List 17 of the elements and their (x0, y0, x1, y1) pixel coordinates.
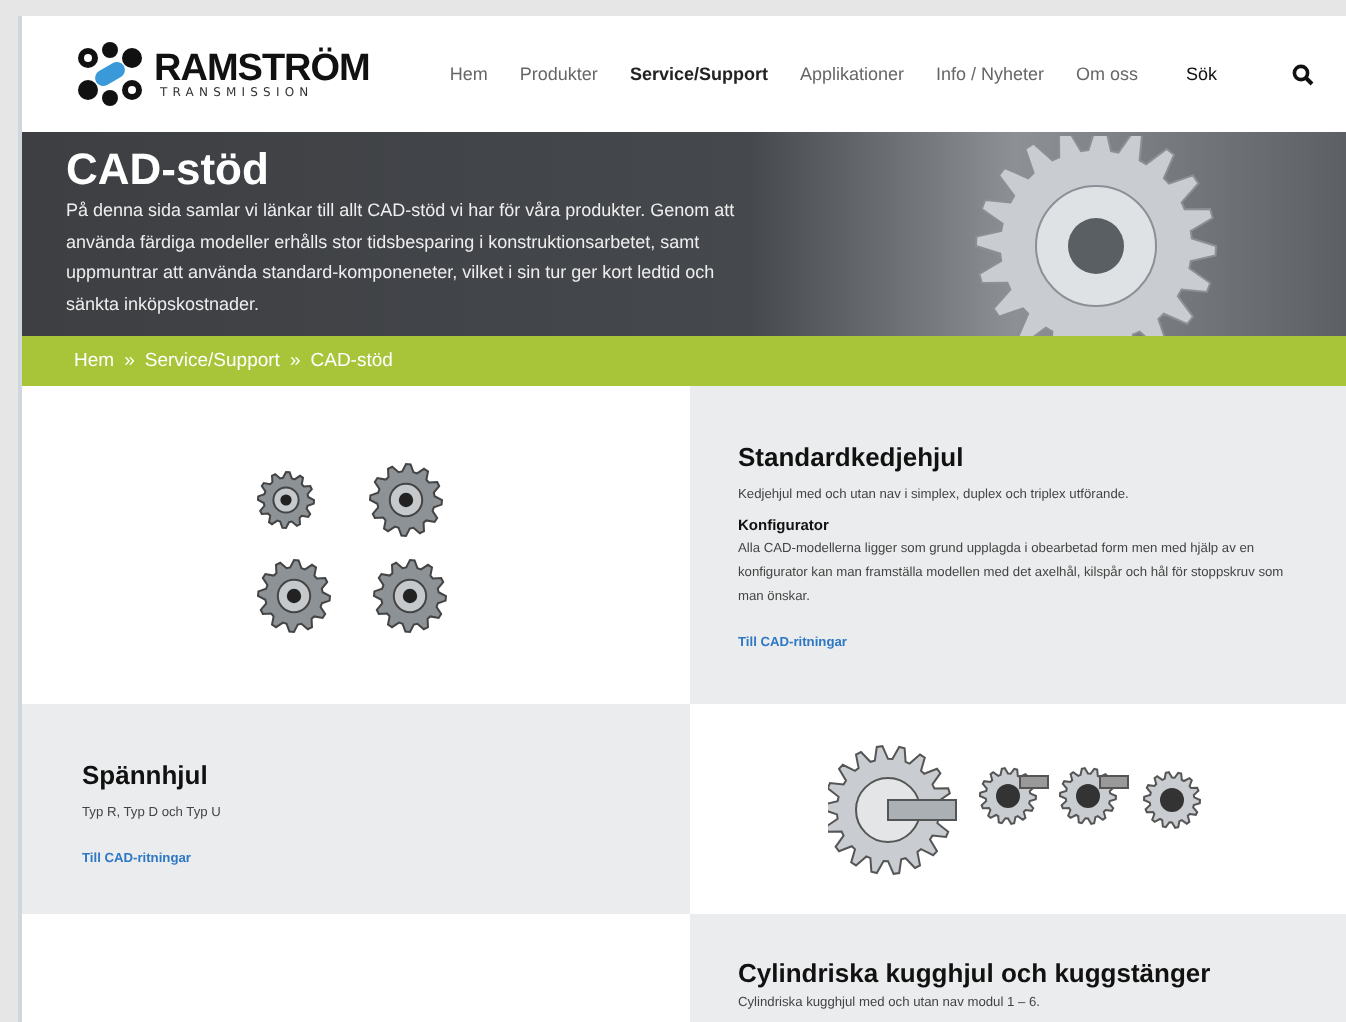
logo-name: RAMSTRÖM (154, 49, 370, 87)
nav-link[interactable]: Hem (449, 64, 488, 84)
product-title: Standardkedjehjul (738, 442, 966, 472)
nav-link[interactable]: Service/Support (629, 64, 768, 84)
page-title: CAD-stöd (66, 144, 271, 196)
logo-icon (72, 42, 148, 106)
search-link[interactable]: Sök (1186, 64, 1218, 84)
nav-link[interactable]: Produkter (519, 64, 598, 84)
breadcrumb-separator: » (124, 350, 135, 372)
hero-text: På denna sida samlar vi länkar till allt CAD-stöd vi har för våra produkter. Genom att använda färdiga modeller erhålls stor tidsbesparing i konstruktionsarbetet, samt uppmuntrar att använda standard-komponeneter, vilket i sin tur ger kort ledtid och sänkta inköpskostnader. (66, 198, 737, 318)
breadcrumb-separator: » (289, 350, 301, 372)
nav-link[interactable]: Applikationer (799, 64, 904, 84)
product-title: Cylindriska kugghjul och kuggstänger (738, 958, 1213, 988)
product-title: Spännhjul (82, 760, 210, 790)
nav-link[interactable]: Info / Nyheter (936, 64, 1045, 84)
search-icon[interactable] (1292, 63, 1314, 85)
nav-link[interactable]: Om oss (1076, 64, 1139, 84)
